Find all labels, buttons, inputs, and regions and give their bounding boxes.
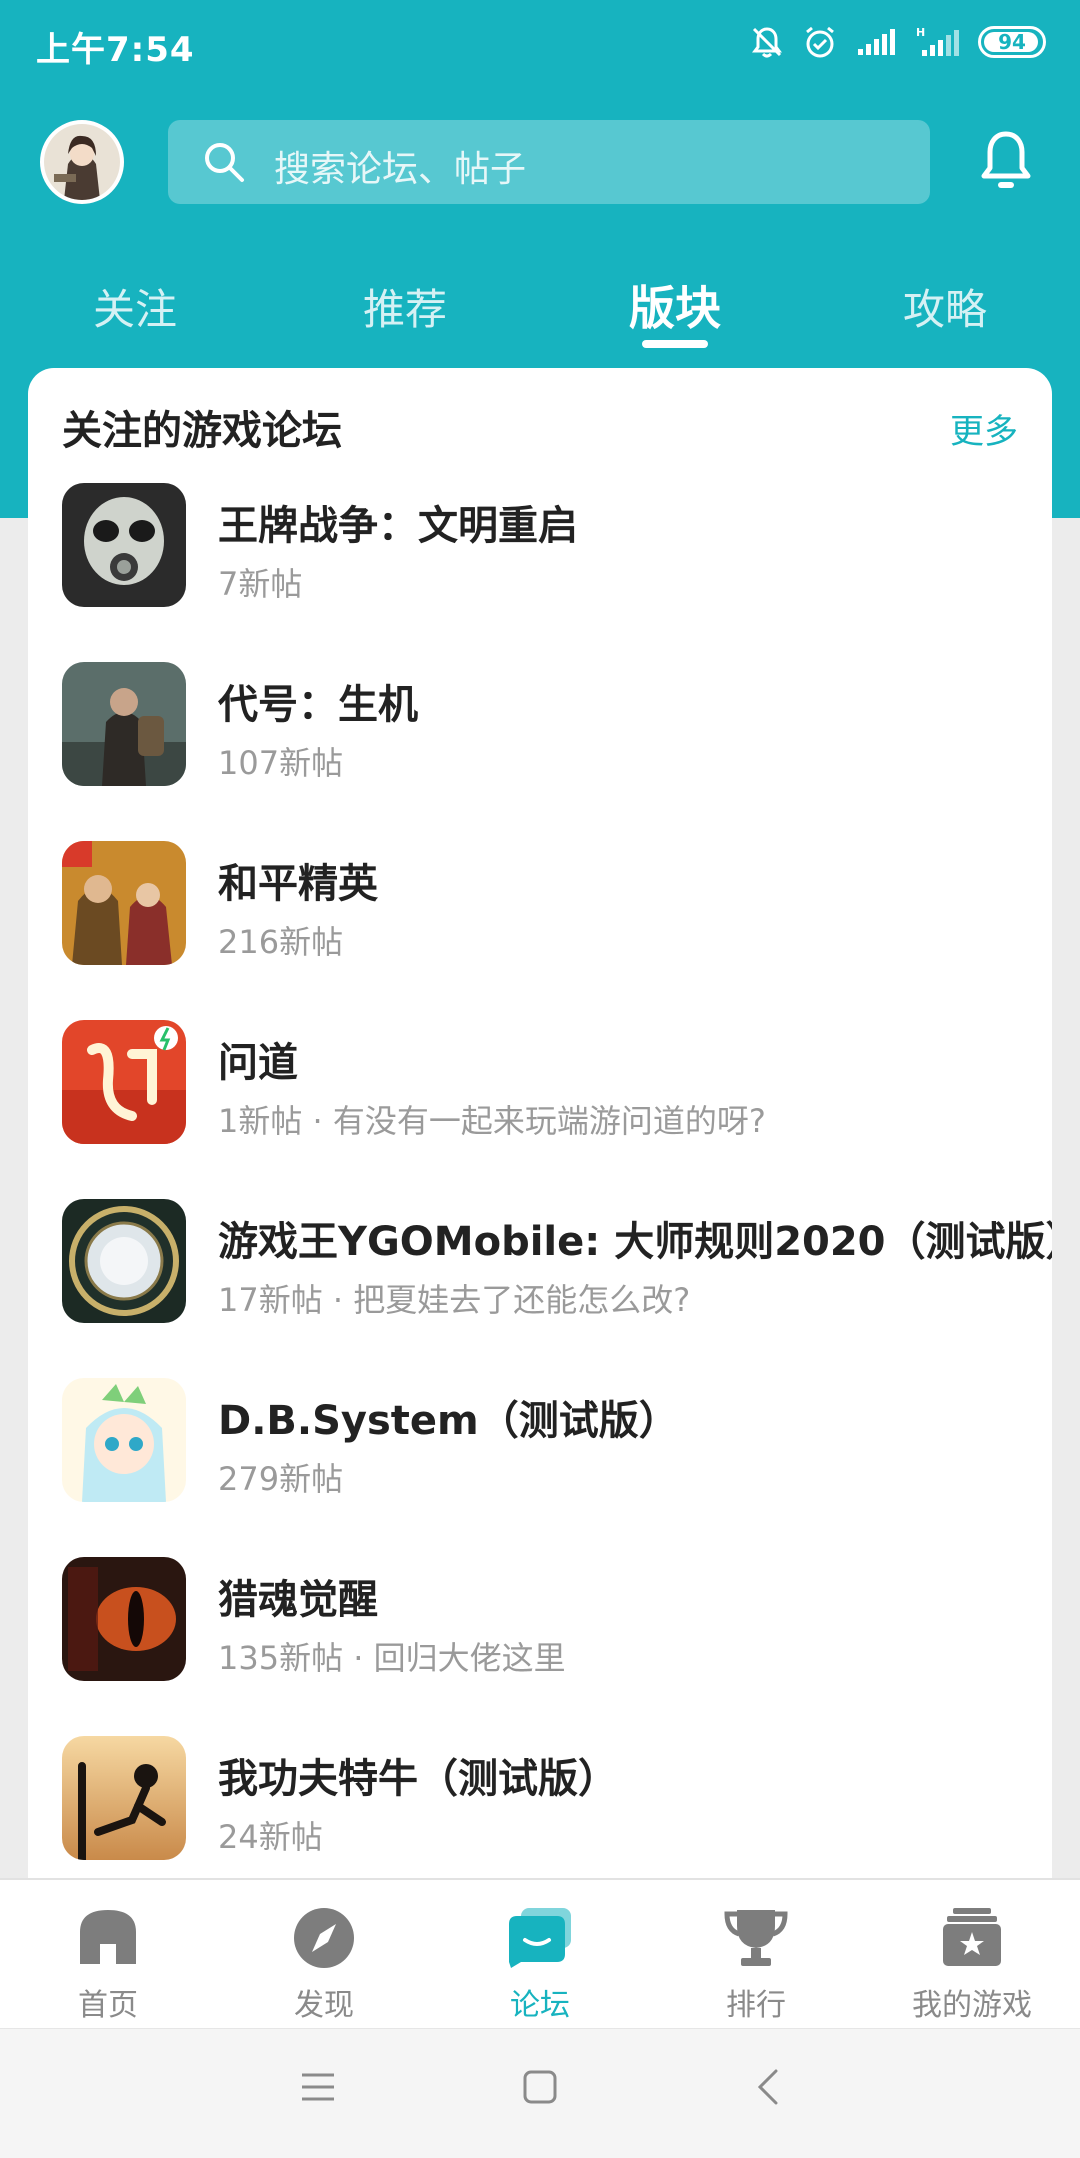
nav-label: 首页 [78, 1988, 138, 2023]
search-placeholder: 搜索论坛、帖子 [274, 149, 527, 190]
mute-bell-icon [752, 27, 782, 58]
battery-level: 94 [998, 30, 1026, 54]
bottom-nav: 首页 发现 论坛 排行 我的游戏 [0, 1878, 1080, 2028]
nav-label: 我的游戏 [912, 1988, 1032, 2023]
anime-girl-icon [62, 1378, 186, 1502]
forum-new-posts: 135新帖 · 回归大佬这里 [218, 1639, 566, 1677]
home-icon [80, 1910, 136, 1964]
forum-new-posts: 24新帖 [218, 1818, 323, 1856]
more-link[interactable]: 更多 [950, 404, 1018, 453]
forum-new-posts: 216新帖 [218, 923, 344, 961]
forum-item[interactable]: 代号：生机 107新帖 [28, 662, 1052, 841]
forum-item[interactable]: 我功夫特牛（测试版） 24新帖 [28, 1736, 1052, 1878]
nav-forum[interactable]: 论坛 [432, 1880, 648, 2030]
avatar[interactable] [40, 120, 124, 204]
battery-icon: 94 [978, 26, 1046, 58]
nav-label: 发现 [294, 1988, 354, 2023]
home-button-icon[interactable] [520, 2067, 560, 2107]
forum-name: 问道 [218, 1040, 298, 1086]
wendao-icon [62, 1020, 186, 1144]
nav-discover[interactable]: 发现 [216, 1880, 432, 2030]
search-input[interactable]: 搜索论坛、帖子 [168, 120, 930, 204]
status-icons: H 94 [750, 24, 1046, 60]
forum-new-posts: 279新帖 [218, 1460, 344, 1498]
forum-item[interactable]: 问道 1新帖 · 有没有一起来玩端游问道的呀? [28, 1020, 1052, 1199]
followed-forums-card: 关注的游戏论坛 更多 王牌战争：文明重启 7新帖 代号：生机 107新帖 和平精… [28, 368, 1052, 1878]
forum-name: D.B.System（测试版） [218, 1398, 679, 1444]
forum-new-posts: 7新帖 [218, 565, 303, 603]
forum-item[interactable]: 和平精英 216新帖 [28, 841, 1052, 1020]
alarm-icon [806, 26, 834, 58]
status-time: 上午7:54 [36, 30, 195, 70]
status-bar: 上午7:54 H 94 [0, 0, 1080, 92]
forum-new-posts: 107新帖 [218, 744, 344, 782]
signal-icon [858, 29, 895, 55]
bell-icon[interactable] [978, 128, 1034, 192]
forum-name: 游戏王YGOMobile: 大师规则2020（测试版） [218, 1219, 1052, 1265]
tab-boards[interactable]: 版块 [629, 272, 721, 338]
gas-mask-icon [62, 483, 186, 607]
section-title: 关注的游戏论坛 [62, 408, 342, 454]
nav-label: 论坛 [510, 1988, 570, 2023]
search-icon [205, 143, 244, 182]
signal-h-icon: H [916, 26, 959, 56]
forum-name: 猎魂觉醒 [218, 1577, 378, 1623]
soldiers-icon [62, 841, 186, 965]
forum-item[interactable]: 猎魂觉醒 135新帖 · 回归大佬这里 [28, 1557, 1052, 1736]
active-tab-indicator [642, 340, 708, 348]
tab-guides[interactable]: 攻略 [903, 276, 987, 337]
survivor-icon [62, 662, 186, 786]
forum-icon [509, 1908, 571, 1968]
forum-item[interactable]: 游戏王YGOMobile: 大师规则2020（测试版） 17新帖 · 把夏娃去了… [28, 1199, 1052, 1378]
system-nav-bar [0, 2028, 1080, 2158]
nav-home[interactable]: 首页 [0, 1880, 216, 2030]
forum-name: 和平精英 [218, 861, 378, 907]
tab-recommend[interactable]: 推荐 [363, 276, 447, 337]
nav-label: 排行 [726, 1988, 786, 2023]
back-icon[interactable] [748, 2067, 788, 2107]
dragon-eye-icon [62, 1557, 186, 1681]
forum-new-posts: 17新帖 · 把夏娃去了还能怎么改? [218, 1281, 691, 1319]
forum-name: 代号：生机 [218, 682, 418, 728]
forum-name: 我功夫特牛（测试版） [218, 1756, 618, 1802]
avatar-image [44, 124, 120, 200]
forum-item[interactable]: D.B.System（测试版） 279新帖 [28, 1378, 1052, 1557]
forum-item[interactable]: 王牌战争：文明重启 7新帖 [28, 483, 1052, 662]
compass-icon [294, 1908, 354, 1968]
tab-follow[interactable]: 关注 [93, 276, 177, 337]
kungfu-icon [62, 1736, 186, 1860]
svg-text:H: H [916, 26, 925, 39]
forum-new-posts: 1新帖 · 有没有一起来玩端游问道的呀? [218, 1102, 766, 1140]
nav-my-games[interactable]: 我的游戏 [864, 1880, 1080, 2030]
magic-circle-icon [62, 1199, 186, 1323]
forum-name: 王牌战争：文明重启 [218, 503, 578, 549]
game-box-icon [943, 1908, 1001, 1966]
trophy-icon [724, 1910, 788, 1966]
menu-icon[interactable] [298, 2067, 338, 2107]
nav-ranking[interactable]: 排行 [648, 1880, 864, 2030]
